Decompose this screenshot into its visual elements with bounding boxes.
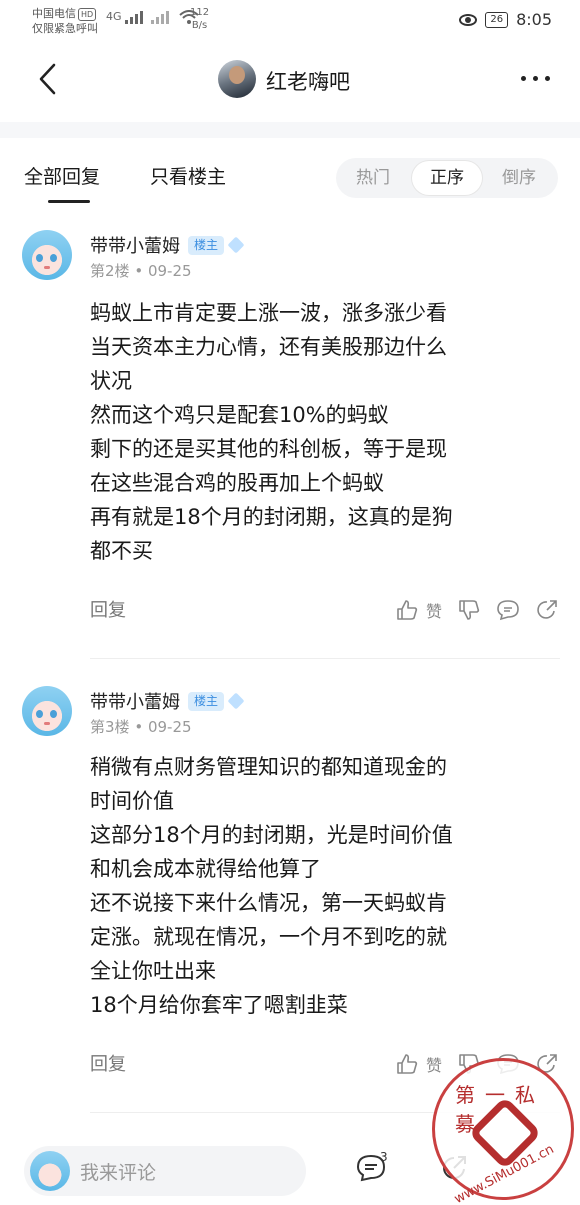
net-speed: 112 B/s: [190, 6, 209, 32]
post-actions: 回复 赞: [90, 596, 560, 626]
user-avatar[interactable]: [22, 686, 72, 736]
floor-number: 第2楼: [90, 262, 130, 280]
reply-button[interactable]: 回复: [90, 1050, 126, 1076]
post-content: 蚂蚁上市肯定要上涨一波，涨多涨少看 当天资本主力心情，还有美股那边什么 状况 然…: [90, 296, 560, 568]
level-diamond-icon: [227, 692, 245, 710]
content-line: 和机会成本就得给他算了: [90, 857, 321, 881]
sort-desc-button[interactable]: 倒序: [484, 158, 554, 198]
forum-title[interactable]: 红老嗨吧: [266, 66, 350, 96]
user-avatar[interactable]: [22, 230, 72, 280]
status-right: 26 8:05: [459, 10, 552, 29]
title-bar: 红老嗨吧: [0, 50, 580, 110]
reply-button[interactable]: 回复: [90, 596, 126, 622]
thumbs-up-icon[interactable]: [396, 599, 418, 621]
header-divider: [0, 122, 580, 138]
my-avatar: [30, 1151, 70, 1191]
post-meta: 第3楼 • 09-25: [90, 716, 192, 737]
action-icons: 赞: [396, 598, 558, 622]
level-diamond-icon: [227, 236, 245, 254]
meta-dot: •: [134, 718, 148, 736]
watermark-stamp: 第一私募 www.SiMu001.cn: [432, 1058, 574, 1205]
share-icon[interactable]: [536, 599, 558, 621]
battery-indicator: 26: [485, 11, 509, 28]
content-line: 剩下的还是买其他的科创板，等于是现: [90, 437, 447, 461]
post-date: 09-25: [147, 718, 192, 736]
content-line: 时间价值: [90, 789, 174, 813]
content-line: 还不说接下来什么情况，第一天蚂蚁肯: [90, 891, 447, 915]
hd-badge: HD: [78, 8, 97, 21]
net-speed-value: 112: [190, 7, 210, 18]
eye-icon: [459, 13, 478, 26]
clock: 8:05: [516, 10, 552, 29]
signal-icons: 4G: [106, 10, 199, 24]
comment-icon[interactable]: [496, 599, 520, 621]
content-line: 全让你吐出来: [90, 959, 216, 983]
op-badge: 楼主: [188, 691, 225, 711]
like-label[interactable]: 赞: [426, 598, 442, 622]
username-row: 带带小蕾姆 楼主: [90, 232, 245, 258]
thumbs-up-icon[interactable]: [396, 1053, 418, 1075]
tab-all-replies[interactable]: 全部回复: [24, 162, 100, 189]
carrier-name: 中国电信: [32, 7, 76, 20]
status-bar: 中国电信 HD 仅限紧急呼叫 4G 112 B/s 26 8:05: [0, 0, 580, 42]
content-line: 18个月给你套牢了嗯割韭菜: [90, 993, 348, 1017]
post-date: 09-25: [147, 262, 192, 280]
reply-tabs: 全部回复 只看楼主 热门 正序 倒序: [0, 150, 580, 210]
content-line: 都不买: [90, 539, 153, 563]
floor-number: 第3楼: [90, 718, 130, 736]
back-arrow-icon[interactable]: [36, 62, 60, 96]
content-line: 当天资本主力心情，还有美股那边什么: [90, 335, 447, 359]
comment-placeholder: 我来评论: [80, 1162, 157, 1184]
meta-dot: •: [134, 262, 148, 280]
content-line: 然而这个鸡只是配套10%的蚂蚁: [90, 403, 389, 427]
username[interactable]: 带带小蕾姆: [90, 232, 180, 258]
network-type: 4G: [106, 10, 122, 23]
net-speed-unit: B/s: [191, 20, 208, 31]
username-row: 带带小蕾姆 楼主: [90, 688, 245, 714]
comment-count: 3: [380, 1150, 388, 1164]
content-line: 这部分18个月的封闭期，光是时间价值: [90, 823, 453, 847]
content-line: 在这些混合鸡的股再加上个蚂蚁: [90, 471, 384, 495]
content-line: 蚂蚁上市肯定要上涨一波，涨多涨少看: [90, 301, 447, 325]
sort-asc-button[interactable]: 正序: [412, 161, 482, 195]
content-line: 状况: [90, 369, 132, 393]
carrier-info: 中国电信 HD 仅限紧急呼叫: [32, 6, 98, 36]
thumbs-down-icon[interactable]: [458, 599, 480, 621]
sort-toggle: 热门 正序 倒序: [336, 158, 558, 198]
post-meta: 第2楼 • 09-25: [90, 260, 192, 281]
content-line: 稍微有点财务管理知识的都知道现金的: [90, 755, 447, 779]
tab-op-only[interactable]: 只看楼主: [150, 162, 226, 189]
username[interactable]: 带带小蕾姆: [90, 688, 180, 714]
post-content: 稍微有点财务管理知识的都知道现金的 时间价值 这部分18个月的封闭期，光是时间价…: [90, 750, 560, 1022]
active-tab-indicator: [48, 200, 90, 203]
op-badge: 楼主: [188, 235, 225, 255]
more-menu-icon[interactable]: [521, 76, 550, 81]
content-line: 定涨。就现在情况，一个月不到吃的就: [90, 925, 447, 949]
sort-hot-button[interactable]: 热门: [338, 158, 408, 198]
comment-input[interactable]: 我来评论: [24, 1146, 306, 1196]
emergency-text: 仅限紧急呼叫: [32, 22, 98, 35]
forum-avatar[interactable]: [218, 60, 256, 98]
post-separator: [90, 658, 560, 659]
signal-icon: [125, 11, 170, 24]
content-line: 再有就是18个月的封闭期，这真的是狗: [90, 505, 453, 529]
like-label[interactable]: 赞: [426, 1052, 442, 1076]
